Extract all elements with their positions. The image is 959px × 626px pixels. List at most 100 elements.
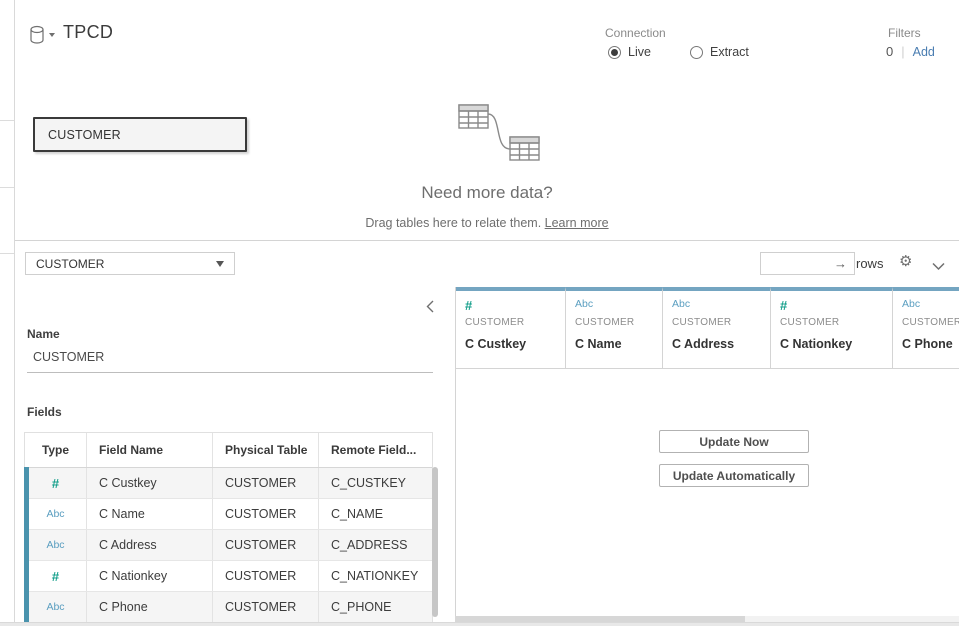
remote-field-cell[interactable]: C_ADDRESS	[319, 530, 432, 560]
grid-header-row: #CUSTOMERC CustkeyAbcCUSTOMERC NameAbcCU…	[456, 287, 959, 369]
remote-field-cell[interactable]: C_CUSTKEY	[319, 468, 432, 498]
rail-divider	[0, 187, 14, 188]
empty-state-hint-text: Drag tables here to relate them.	[365, 216, 544, 230]
filters-label: Filters	[888, 26, 921, 40]
field-name-cell[interactable]: C Name	[87, 499, 213, 529]
grid-column-header[interactable]: AbcCUSTOMERC Phone	[893, 287, 959, 369]
gear-icon[interactable]: ⚙	[899, 252, 912, 270]
grid-column-field: C Custkey	[465, 337, 565, 351]
number-type-icon: #	[52, 476, 59, 491]
grid-column-field: C Name	[575, 337, 662, 351]
database-menu-button[interactable]	[29, 25, 59, 47]
column-header-field-name[interactable]: Field Name	[87, 433, 213, 467]
row-highlight-bar	[24, 467, 29, 622]
table-icon	[459, 105, 488, 128]
rail-divider	[0, 253, 14, 254]
field-name-cell[interactable]: C Address	[87, 530, 213, 560]
physical-table-cell[interactable]: CUSTOMER	[213, 561, 319, 591]
string-type-icon: Abc	[46, 601, 64, 613]
add-filter-link[interactable]: Add	[913, 45, 935, 59]
rows-label: rows	[856, 256, 883, 271]
physical-table-cell[interactable]: CUSTOMER	[213, 592, 319, 622]
rail-divider	[0, 120, 14, 121]
column-header-type[interactable]: Type	[25, 433, 87, 467]
data-preview-grid: #CUSTOMERC CustkeyAbcCUSTOMERC NameAbcCU…	[455, 287, 959, 616]
string-type-icon: Abc	[575, 298, 662, 314]
table-details-panel: Name CUSTOMER Fields Type Field Name Phy…	[15, 287, 455, 622]
name-label: Name	[27, 327, 60, 341]
field-name-cell[interactable]: C Custkey	[87, 468, 213, 498]
table-name-input[interactable]: CUSTOMER	[33, 350, 104, 364]
chevron-down-icon[interactable]	[932, 258, 945, 276]
grid-column-header[interactable]: Abc CUSTOMER C Address	[663, 287, 771, 369]
field-type-cell[interactable]: Abc	[25, 530, 87, 560]
remote-field-cell[interactable]: C_PHONE	[319, 592, 432, 622]
table-icon	[510, 137, 539, 160]
filters-count: 0	[886, 44, 893, 59]
database-icon	[29, 25, 59, 47]
dropdown-arrow-icon	[216, 261, 224, 267]
grid-column-header[interactable]: #CUSTOMERC Custkey	[456, 287, 566, 369]
table-row[interactable]: # C NationkeyCUSTOMERC_NATIONKEY	[25, 561, 432, 592]
relationship-canvas: TPCD Connection Live Extract Filters 0 |…	[15, 0, 959, 241]
window-bottom-edge	[0, 622, 959, 626]
grid-column-table: CUSTOMER	[902, 317, 959, 328]
grid-column-table: CUSTOMER	[672, 317, 770, 328]
grid-column-header[interactable]: #CUSTOMERC Nationkey	[771, 287, 893, 369]
update-automatically-button[interactable]: Update Automatically	[659, 464, 809, 487]
field-type-cell[interactable]: #	[25, 561, 87, 591]
field-name-cell[interactable]: C Phone	[87, 592, 213, 622]
table-row[interactable]: # C CustkeyCUSTOMERC_CUSTKEY	[25, 468, 432, 499]
grid-column-field: C Address	[672, 337, 770, 351]
grid-column-field: C Phone	[902, 337, 959, 351]
chevron-left-icon[interactable]	[426, 300, 435, 318]
relationship-noodle	[488, 114, 510, 149]
physical-table-cell[interactable]: CUSTOMER	[213, 499, 319, 529]
string-type-icon: Abc	[46, 539, 64, 551]
datasource-title: TPCD	[63, 22, 113, 43]
radio-extract[interactable]: Extract	[690, 44, 749, 60]
learn-more-link[interactable]: Learn more	[545, 216, 609, 230]
remote-field-cell[interactable]: C_NAME	[319, 499, 432, 529]
radio-unselected-icon	[690, 46, 703, 59]
field-type-cell[interactable]: #	[25, 468, 87, 498]
table-row[interactable]: Abc C PhoneCUSTOMERC_PHONE	[25, 592, 432, 622]
table-row[interactable]: Abc C NameCUSTOMERC_NAME	[25, 499, 432, 530]
string-type-icon: Abc	[46, 508, 64, 520]
field-name-cell[interactable]: C Nationkey	[87, 561, 213, 591]
number-type-icon: #	[52, 569, 59, 584]
empty-state-title: Need more data?	[15, 183, 959, 203]
canvas-table-customer[interactable]: CUSTOMER	[33, 117, 247, 152]
radio-live-label: Live	[625, 45, 651, 59]
string-type-icon: Abc	[672, 298, 770, 314]
filters-divider: |	[893, 44, 912, 59]
physical-table-cell[interactable]: CUSTOMER	[213, 530, 319, 560]
column-header-physical-table[interactable]: Physical Table	[213, 433, 319, 467]
radio-live[interactable]: Live	[608, 44, 651, 60]
grid-column-field: C Nationkey	[780, 337, 892, 351]
update-now-button[interactable]: Update Now	[659, 430, 809, 453]
grid-column-table: CUSTOMER	[465, 317, 565, 328]
table-select-dropdown[interactable]: CUSTOMER	[25, 252, 235, 275]
fields-table: Type Field Name Physical Table Remote Fi…	[24, 432, 433, 622]
table-row[interactable]: Abc C AddressCUSTOMERC_ADDRESS	[25, 530, 432, 561]
field-type-cell[interactable]: Abc	[25, 499, 87, 529]
grid-column-header[interactable]: AbcCUSTOMERC Name	[566, 287, 663, 369]
fields-table-body: #C CustkeyCUSTOMERC_CUSTKEYAbcC NameCUST…	[25, 468, 432, 622]
input-underline	[27, 372, 433, 373]
fields-table-header: Type Field Name Physical Table Remote Fi…	[25, 433, 432, 468]
remote-field-cell[interactable]: C_NATIONKEY	[319, 561, 432, 591]
number-type-icon: #	[780, 298, 892, 314]
field-type-cell[interactable]: Abc	[25, 592, 87, 622]
radio-selected-icon	[608, 46, 621, 59]
caret-down-icon	[49, 33, 55, 37]
fields-vertical-scrollbar[interactable]	[432, 467, 438, 617]
connection-label: Connection	[605, 26, 666, 40]
rows-count-input[interactable]: →	[760, 252, 855, 275]
radio-extract-label: Extract	[707, 45, 749, 59]
physical-table-cell[interactable]: CUSTOMER	[213, 468, 319, 498]
left-sidebar-rail[interactable]	[0, 0, 15, 622]
relate-tables-illustration	[438, 97, 558, 182]
empty-state-hint: Drag tables here to relate them. Learn m…	[15, 216, 959, 230]
column-header-remote-field[interactable]: Remote Field...	[319, 433, 432, 467]
